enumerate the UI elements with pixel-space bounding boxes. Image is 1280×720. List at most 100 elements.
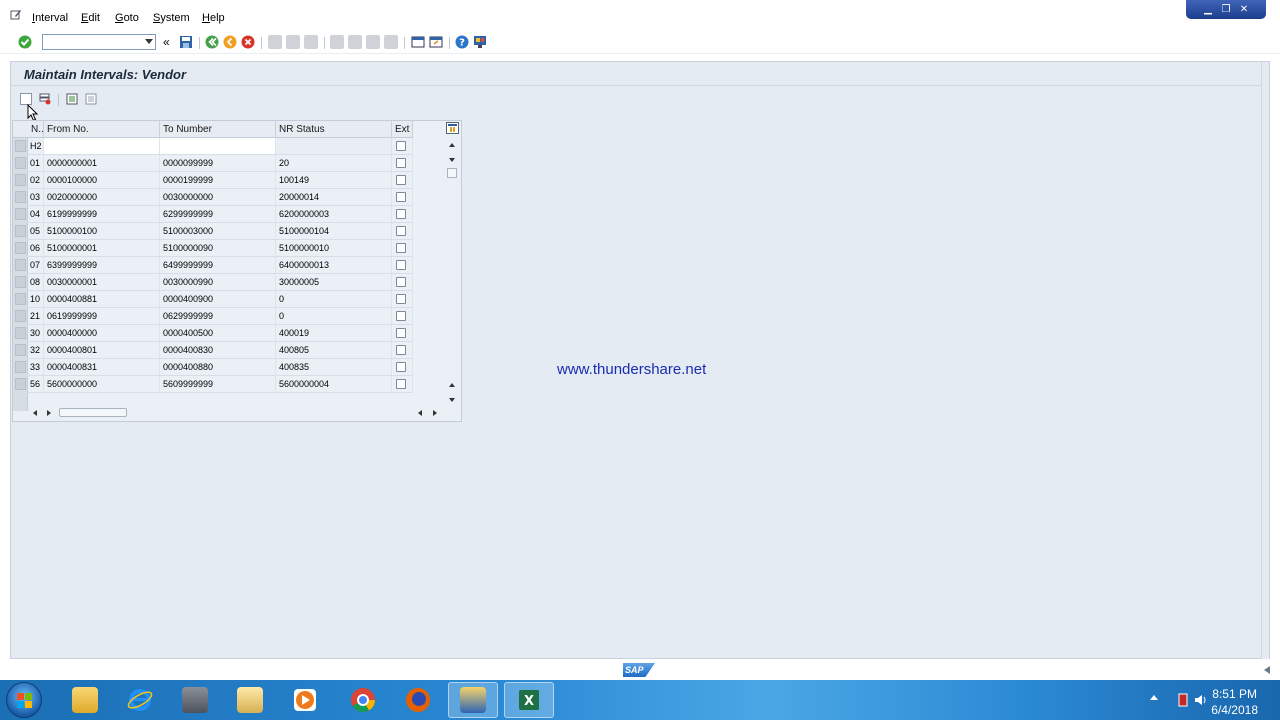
cell-to-number[interactable]: 0000099999: [160, 155, 276, 171]
cell-to-number[interactable]: 0000400500: [160, 325, 276, 341]
cell-from-number[interactable]: 6399999999: [44, 257, 160, 273]
menu-goto[interactable]: Goto: [115, 12, 139, 24]
ext-checkbox[interactable]: [396, 175, 406, 185]
cell-nr-status[interactable]: 5100000010: [276, 240, 392, 256]
ext-checkbox[interactable]: [396, 243, 406, 253]
cell-nr-status[interactable]: 5600000004: [276, 376, 392, 392]
taskbar-file-explorer[interactable]: [60, 682, 110, 718]
row-selector[interactable]: [15, 191, 26, 203]
start-button[interactable]: [6, 682, 42, 718]
save-icon[interactable]: [179, 35, 193, 49]
cell-to-number[interactable]: 5100000090: [160, 240, 276, 256]
scroll-page-down-icon[interactable]: [449, 398, 455, 402]
cell-to-number[interactable]: 0000400900: [160, 291, 276, 307]
cell-nr-status[interactable]: 100149: [276, 172, 392, 188]
scroll-down-icon[interactable]: [449, 158, 455, 162]
row-selector[interactable]: [15, 259, 26, 271]
volume-icon[interactable]: [1194, 693, 1208, 707]
table-input-row[interactable]: H2: [13, 138, 413, 155]
ext-checkbox[interactable]: [396, 362, 406, 372]
row-selector[interactable]: [15, 293, 26, 305]
command-field[interactable]: [42, 34, 156, 50]
generate-shortcut-icon[interactable]: [429, 35, 443, 49]
ext-checkbox[interactable]: [396, 192, 406, 202]
column-header-from[interactable]: From No.: [44, 121, 160, 138]
cell-nr-status[interactable]: 0: [276, 291, 392, 307]
scroll-up-icon[interactable]: [449, 143, 455, 147]
taskbar-sap-logon[interactable]: [170, 682, 220, 718]
exit-icon[interactable]: [223, 35, 237, 49]
cell-from-number[interactable]: 0000100000: [44, 172, 160, 188]
scroll-left-end-icon[interactable]: [418, 410, 422, 416]
table-row[interactable]: 33 0000400831 0000400880 400835: [13, 359, 413, 376]
cell-from-number[interactable]: 0000400000: [44, 325, 160, 341]
taskbar-internet-explorer[interactable]: [115, 682, 165, 718]
table-row[interactable]: 10 0000400881 0000400900 0: [13, 291, 413, 308]
ext-checkbox[interactable]: [396, 379, 406, 389]
cell-nr-status[interactable]: 6400000013: [276, 257, 392, 273]
cell-to-number[interactable]: 0000400880: [160, 359, 276, 375]
row-selector[interactable]: [15, 378, 26, 390]
cell-nr-status[interactable]: 400019: [276, 325, 392, 341]
back-icon[interactable]: [205, 35, 219, 49]
cell-nr-status[interactable]: 5100000104: [276, 223, 392, 239]
ext-checkbox[interactable]: [396, 277, 406, 287]
row-selector[interactable]: [15, 276, 26, 288]
cell-nr-status[interactable]: [276, 138, 392, 154]
menu-system[interactable]: System: [153, 12, 190, 24]
new-session-icon[interactable]: [411, 35, 425, 49]
command-input[interactable]: [43, 35, 139, 49]
menu-edit-icon[interactable]: [10, 9, 22, 21]
cell-to-number[interactable]: 5609999999: [160, 376, 276, 392]
table-row[interactable]: 04 6199999999 6299999999 6200000003: [13, 206, 413, 223]
select-all-icon[interactable]: [66, 93, 78, 105]
ext-checkbox[interactable]: [396, 141, 406, 151]
cell-from-number[interactable]: 5100000001: [44, 240, 160, 256]
cell-from-number[interactable]: 0020000000: [44, 189, 160, 205]
cell-to-number[interactable]: 0000199999: [160, 172, 276, 188]
cell-from-number[interactable]: 0030000001: [44, 274, 160, 290]
column-header-number[interactable]: N..: [28, 121, 44, 138]
table-row[interactable]: 03 0020000000 0030000000 20000014: [13, 189, 413, 206]
row-selector[interactable]: [15, 208, 26, 220]
help-icon[interactable]: ?: [455, 35, 469, 49]
insert-row-icon[interactable]: [39, 93, 51, 105]
table-row[interactable]: 07 6399999999 6499999999 6400000013: [13, 257, 413, 274]
ext-checkbox[interactable]: [396, 260, 406, 270]
table-row[interactable]: 08 0030000001 0030000990 30000005: [13, 274, 413, 291]
deselect-all-icon[interactable]: [85, 93, 97, 105]
taskbar-media-player[interactable]: [280, 682, 330, 718]
cell-nr-status[interactable]: 6200000003: [276, 206, 392, 222]
cell-nr-status[interactable]: 0: [276, 308, 392, 324]
ext-checkbox[interactable]: [396, 345, 406, 355]
cell-nr-status[interactable]: 20: [276, 155, 392, 171]
menu-help[interactable]: Help: [202, 12, 225, 24]
status-expand-icon[interactable]: [1264, 666, 1270, 674]
cell-from-number[interactable]: 0619999999: [44, 308, 160, 324]
ext-checkbox[interactable]: [396, 328, 406, 338]
scroll-right-icon[interactable]: [47, 410, 51, 416]
cell-from-number[interactable]: 0000400801: [44, 342, 160, 358]
enter-checkmark-icon[interactable]: [18, 35, 32, 49]
cell-to-number[interactable]: 0030000990: [160, 274, 276, 290]
cell-from-number[interactable]: 0000400831: [44, 359, 160, 375]
column-header-to[interactable]: To Number: [160, 121, 276, 138]
cell-to-number[interactable]: 5100003000: [160, 223, 276, 239]
ext-checkbox[interactable]: [396, 294, 406, 304]
row-selector[interactable]: [15, 361, 26, 373]
power-icon[interactable]: [1176, 693, 1190, 707]
row-selector[interactable]: [15, 174, 26, 186]
table-row[interactable]: 56 5600000000 5609999999 5600000004: [13, 376, 413, 393]
scroll-thumb[interactable]: [447, 168, 457, 178]
table-settings-icon[interactable]: [446, 122, 459, 134]
cell-from-number[interactable]: [44, 138, 160, 154]
table-horizontal-scrollbar[interactable]: [28, 407, 438, 419]
row-selector[interactable]: [15, 242, 26, 254]
horizontal-scroll-thumb[interactable]: [59, 408, 127, 417]
collapse-icon[interactable]: «: [163, 35, 170, 49]
row-selector[interactable]: [15, 140, 26, 152]
scroll-page-up-icon[interactable]: [449, 383, 455, 387]
close-button[interactable]: ✕: [1238, 4, 1250, 15]
cell-to-number[interactable]: 6499999999: [160, 257, 276, 273]
show-hidden-icons-icon[interactable]: [1150, 695, 1158, 700]
